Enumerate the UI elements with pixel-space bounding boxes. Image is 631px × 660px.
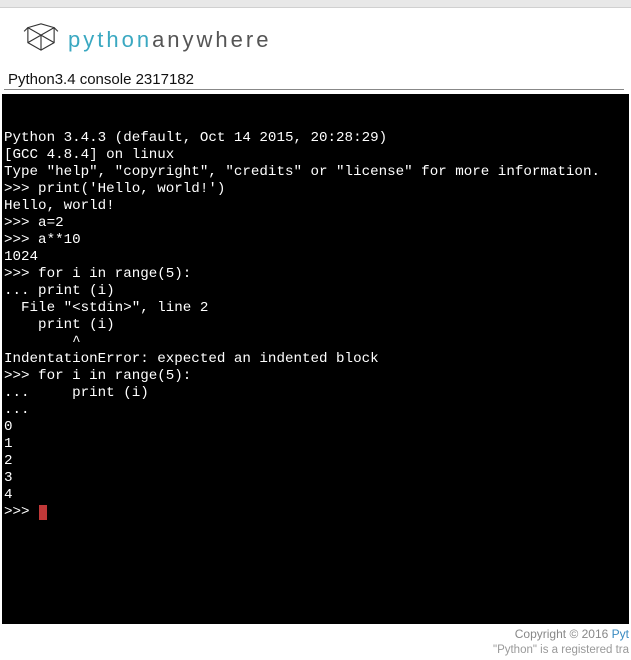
site-header: pythonanywhere xyxy=(0,8,631,67)
window-top-bar xyxy=(0,0,631,8)
terminal-line: >>> for i in range(5): xyxy=(4,368,627,385)
terminal-line: Hello, world! xyxy=(4,198,627,215)
terminal-line: 4 xyxy=(4,487,627,504)
terminal-cursor xyxy=(39,505,47,520)
pythonanywhere-logo-icon xyxy=(22,22,60,57)
terminal-output: Python 3.4.3 (default, Oct 14 2015, 20:2… xyxy=(4,130,627,521)
terminal-line: 1 xyxy=(4,436,627,453)
terminal[interactable]: Python 3.4.3 (default, Oct 14 2015, 20:2… xyxy=(2,94,629,624)
terminal-line: >>> print('Hello, world!') xyxy=(4,181,627,198)
footer-trademark: "Python" is a registered tra xyxy=(493,642,629,658)
console-title: Python3.4 console 2317182 xyxy=(4,67,624,90)
terminal-line: ... xyxy=(4,402,627,419)
terminal-line: ^ xyxy=(4,334,627,351)
terminal-line: >>> a**10 xyxy=(4,232,627,249)
brand-python: python xyxy=(68,27,152,52)
terminal-line: ... print (i) xyxy=(4,283,627,300)
terminal-line: print (i) xyxy=(4,317,627,334)
footer-link[interactable]: Pyt xyxy=(612,627,629,641)
footer-copyright-line: Copyright © 2016 Pyt xyxy=(493,626,629,642)
terminal-line: >>> a=2 xyxy=(4,215,627,232)
terminal-line: 2 xyxy=(4,453,627,470)
terminal-line: File "<stdin>", line 2 xyxy=(4,300,627,317)
terminal-line: [GCC 4.8.4] on linux xyxy=(4,147,627,164)
terminal-line: ... print (i) xyxy=(4,385,627,402)
copyright-text: Copyright © 2016 xyxy=(515,627,612,641)
terminal-line: >>> xyxy=(4,504,627,521)
terminal-line: >>> for i in range(5): xyxy=(4,266,627,283)
brand-anywhere: anywhere xyxy=(152,27,271,52)
terminal-line: Type "help", "copyright", "credits" or "… xyxy=(4,164,627,181)
terminal-line: IndentationError: expected an indented b… xyxy=(4,351,627,368)
terminal-line: 0 xyxy=(4,419,627,436)
page-footer: Copyright © 2016 Pyt "Python" is a regis… xyxy=(493,626,631,658)
brand-text: pythonanywhere xyxy=(68,27,271,53)
terminal-line: 1024 xyxy=(4,249,627,266)
terminal-line: 3 xyxy=(4,470,627,487)
terminal-line: Python 3.4.3 (default, Oct 14 2015, 20:2… xyxy=(4,130,627,147)
